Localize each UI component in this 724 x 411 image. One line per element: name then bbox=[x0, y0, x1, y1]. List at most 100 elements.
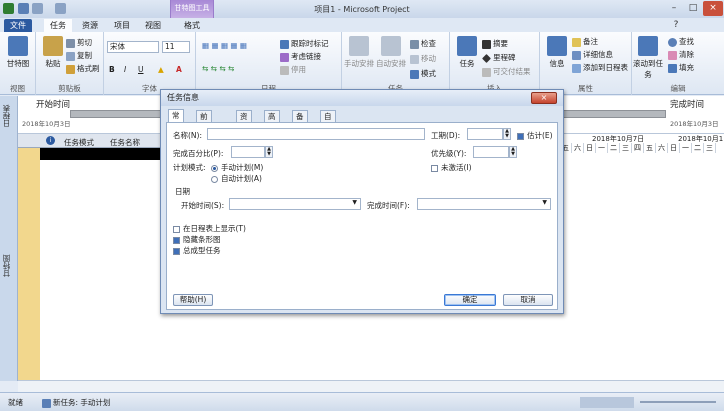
task-information-dialog: 任务信息 × 常规 前置任务 资源 高级 备注 自定义域 名称(N): 工期(D… bbox=[160, 89, 564, 314]
find-icon bbox=[668, 37, 677, 47]
scroll-to-task-button[interactable]: 滚动到任务 bbox=[633, 36, 663, 80]
gantt-chart[interactable]: 2018年10月7日 2018年10月1 五六日一二三四五六日一二三 bbox=[558, 134, 724, 380]
horizontal-scrollbar[interactable] bbox=[18, 380, 724, 392]
font-name-select[interactable]: 宋体 bbox=[107, 41, 159, 53]
tab-resources[interactable]: 资源 bbox=[236, 110, 252, 133]
manual-schedule-button[interactable]: 手动安排 bbox=[344, 36, 374, 69]
estimated-checkbox[interactable]: 估计(E) bbox=[517, 130, 553, 141]
track-mark-button[interactable]: 跟踪时标记 bbox=[280, 38, 329, 49]
respect-links-button[interactable]: 考虑链接 bbox=[280, 51, 321, 62]
minimize-button[interactable]: – bbox=[665, 1, 683, 16]
finish-date-select[interactable]: ▼ bbox=[417, 198, 551, 210]
auto-schedule-button[interactable]: 自动安排 bbox=[376, 36, 406, 69]
notes-button[interactable]: 备注 bbox=[572, 36, 598, 47]
gantt-day-label: 三 bbox=[704, 143, 716, 153]
priority-spinner[interactable]: ▲ ▼ bbox=[509, 146, 517, 158]
font-color-button[interactable]: A bbox=[176, 65, 182, 74]
italic-button[interactable]: I bbox=[124, 65, 126, 74]
percent-complete-input[interactable] bbox=[231, 146, 265, 158]
percent-complete-spinner[interactable]: ▲ ▼ bbox=[265, 146, 273, 158]
inspect-button[interactable]: 检查 bbox=[410, 38, 436, 49]
find-button[interactable]: 查找 bbox=[668, 36, 694, 47]
task-name-input[interactable] bbox=[207, 128, 425, 140]
group-insert: 任务 摘要 里程碑 可交付结果 插入 bbox=[450, 32, 540, 95]
tab-advanced[interactable]: 高级 bbox=[264, 110, 280, 133]
inactive-checkbox[interactable]: 未激活(I) bbox=[431, 162, 472, 173]
window-title: 项目1 - Microsoft Project bbox=[314, 5, 410, 14]
copy-button[interactable]: 复制 bbox=[66, 50, 92, 61]
hide-bar-checkbox[interactable]: 隐藏条形图 bbox=[173, 234, 221, 245]
tab-view[interactable]: 视图 bbox=[139, 19, 167, 32]
mode-button[interactable]: 模式 bbox=[410, 68, 436, 79]
gantt-day-label: 五 bbox=[644, 143, 656, 153]
tab-file[interactable]: 文件 bbox=[4, 19, 32, 32]
start-date-select[interactable]: ▼ bbox=[229, 198, 361, 210]
details-button[interactable]: 详细信息 bbox=[572, 49, 613, 60]
show-on-timeline-checkbox[interactable]: 在日程表上显示(T) bbox=[173, 223, 246, 234]
cut-button[interactable]: 剪切 bbox=[66, 37, 92, 48]
dialog-close-button[interactable]: × bbox=[531, 92, 557, 104]
tab-custom-fields[interactable]: 自定义域 bbox=[320, 110, 336, 157]
name-label: 名称(N): bbox=[173, 131, 202, 140]
tab-predecessors[interactable]: 前置任务 bbox=[196, 110, 212, 157]
group-font: 宋体 11 B I U ▲ A 字体 bbox=[104, 32, 196, 95]
column-task-mode[interactable]: 任务模式 bbox=[64, 137, 94, 148]
duration-input[interactable] bbox=[467, 128, 503, 140]
paste-button[interactable]: 粘贴 bbox=[38, 36, 68, 69]
manual-schedule-radio[interactable]: 手动计划(M) bbox=[211, 162, 263, 173]
column-task-name[interactable]: 任务名称 bbox=[110, 137, 140, 148]
help-icon[interactable]: ? bbox=[670, 18, 682, 33]
format-painter-button[interactable]: 格式刷 bbox=[66, 63, 100, 74]
tab-general[interactable]: 常规 bbox=[168, 109, 184, 132]
auto-schedule-radio[interactable]: 自动计划(A) bbox=[211, 173, 262, 184]
cancel-button[interactable]: 取消 bbox=[503, 294, 553, 306]
zoom-slider[interactable] bbox=[640, 401, 716, 403]
add-to-timeline-button[interactable]: 添加到日程表 bbox=[572, 62, 628, 73]
priority-label: 优先级(Y): bbox=[431, 149, 467, 158]
bold-button[interactable]: B bbox=[109, 65, 115, 74]
gantt-view-button[interactable]: 甘特图 bbox=[3, 36, 33, 69]
tab-resource[interactable]: 资源 bbox=[76, 19, 104, 32]
gantt-side-label[interactable]: 甘特图 bbox=[1, 236, 17, 296]
percent-complete-label: 完成百分比(P): bbox=[173, 149, 224, 158]
move-button[interactable]: 移动 bbox=[410, 53, 436, 64]
summary-button[interactable]: 摘要 bbox=[482, 38, 508, 49]
group-view: 甘特图 视图 bbox=[0, 32, 36, 95]
close-window-button[interactable]: × bbox=[703, 1, 723, 16]
font-size-select[interactable]: 11 bbox=[162, 41, 190, 53]
fill-button[interactable]: 填充 bbox=[668, 62, 694, 73]
priority-input[interactable] bbox=[473, 146, 509, 158]
view-bar: 日程表 甘特图 bbox=[0, 96, 18, 381]
tab-notes[interactable]: 备注 bbox=[292, 110, 308, 133]
update-icons[interactable]: ⇆ ⇆ ⇆ ⇆ bbox=[202, 64, 234, 73]
tab-project[interactable]: 项目 bbox=[108, 19, 136, 32]
group-properties: 信息 备注 详细信息 添加到日程表 属性 bbox=[540, 32, 632, 95]
help-button[interactable]: 帮助(H) bbox=[173, 294, 213, 306]
inactivate-button[interactable]: 停用 bbox=[280, 64, 306, 75]
tab-format[interactable]: 格式 bbox=[178, 19, 206, 32]
clear-button[interactable]: 清除 bbox=[668, 49, 694, 60]
tab-task[interactable]: 任务 bbox=[44, 19, 72, 32]
information-button[interactable]: 信息 bbox=[542, 36, 572, 69]
underline-button[interactable]: U bbox=[138, 65, 144, 74]
rollup-checkbox[interactable]: 总成型任务 bbox=[173, 245, 221, 256]
eraser-icon bbox=[668, 50, 677, 60]
deliverable-icon bbox=[482, 67, 491, 77]
general-panel: 名称(N): 工期(D): ▲ ▼ 估计(E) 完成百分比(P): ▲ ▼ 优先级(… bbox=[166, 122, 558, 310]
deliverable-button[interactable]: 可交付结果 bbox=[482, 66, 531, 77]
info-column-icon[interactable]: i bbox=[46, 136, 55, 145]
gantt-day-label: 一 bbox=[596, 143, 608, 153]
timeline-side-label[interactable]: 日程表 bbox=[1, 98, 17, 134]
maximize-button[interactable]: □ bbox=[684, 1, 702, 16]
status-ready: 就绪 bbox=[8, 398, 23, 407]
highlight-icon[interactable]: ▲ bbox=[158, 65, 164, 74]
gantt-day-label: 日 bbox=[668, 143, 680, 153]
gantt-day-label: 六 bbox=[572, 143, 584, 153]
ok-button[interactable]: 确定 bbox=[444, 294, 496, 306]
milestone-button[interactable]: 里程碑 bbox=[482, 52, 516, 63]
view-shortcuts[interactable] bbox=[580, 397, 634, 408]
percent-complete-icons[interactable]: ▦ ▦ ▦ ▦ ▦ bbox=[202, 41, 247, 50]
duration-spinner[interactable]: ▲ ▼ bbox=[503, 128, 511, 140]
insert-task-button[interactable]: 任务 bbox=[452, 36, 482, 69]
new-tasks-mode[interactable]: 新任务: 手动计划 bbox=[42, 397, 110, 408]
